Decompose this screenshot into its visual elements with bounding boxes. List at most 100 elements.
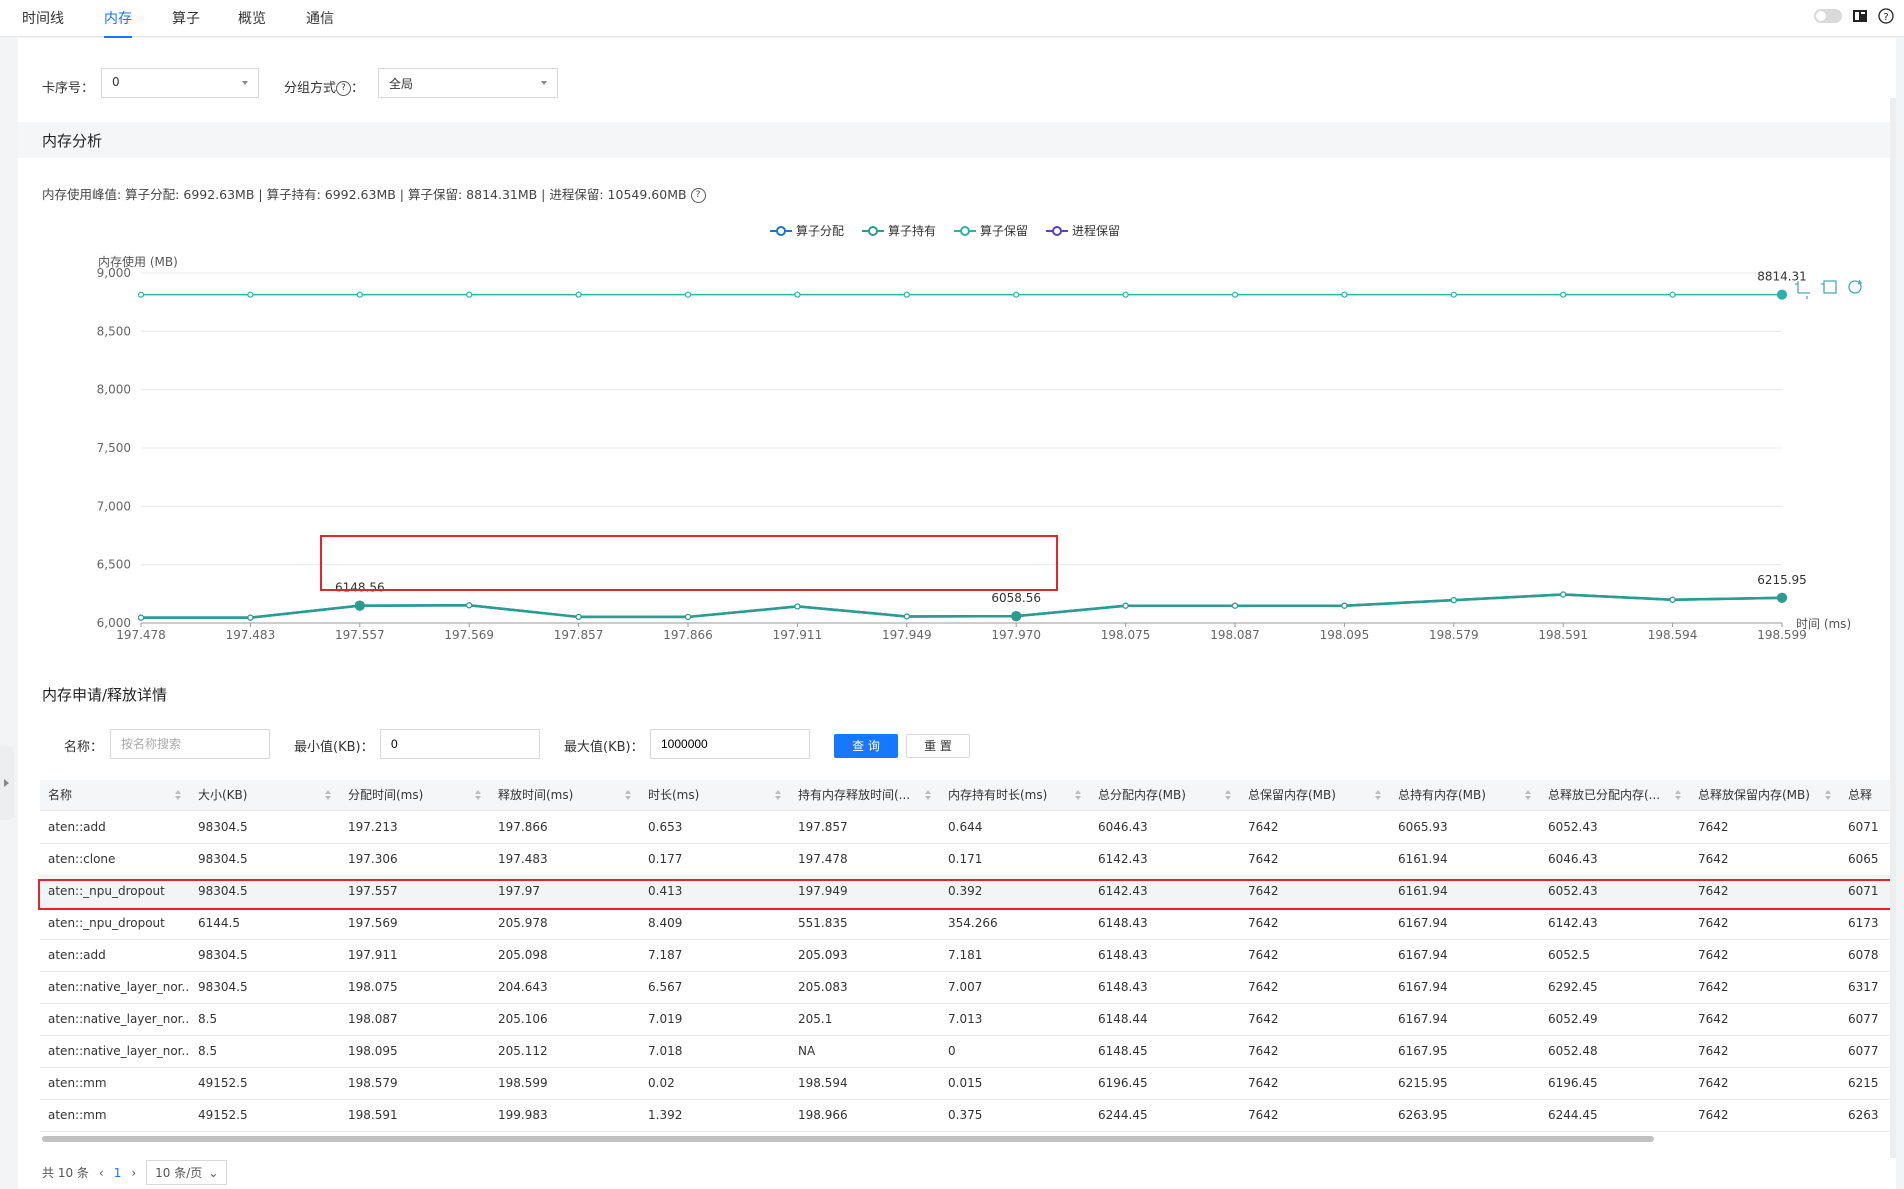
sort-icon[interactable] — [1825, 790, 1832, 800]
help-icon[interactable]: ? — [336, 81, 352, 96]
data-point[interactable] — [1231, 291, 1239, 298]
table-row[interactable]: aten::native_layer_nor... 8.5 198.095 205.1… — [40, 1035, 1892, 1068]
sort-icon[interactable] — [1225, 790, 1232, 800]
min-value-input[interactable] — [380, 729, 540, 759]
table-row[interactable]: aten::native_layer_nor... 8.5 198.087 205.1… — [40, 1003, 1892, 1036]
data-point[interactable] — [247, 291, 254, 298]
page-number[interactable]: 1 — [114, 1166, 122, 1180]
data-point[interactable] — [1450, 597, 1457, 604]
data-point[interactable] — [794, 291, 801, 298]
table-cell: 98304.5 — [198, 820, 248, 834]
data-point[interactable] — [1669, 291, 1676, 298]
column-header[interactable]: 内存持有时长(ms) — [940, 780, 1090, 810]
column-header[interactable]: 总释 — [1840, 780, 1892, 810]
data-point[interactable] — [903, 291, 910, 298]
data-point[interactable] — [684, 291, 692, 298]
data-point[interactable] — [1560, 291, 1567, 298]
data-point[interactable] — [575, 291, 582, 298]
data-point[interactable] — [1013, 291, 1020, 298]
table-row[interactable]: aten::mm 49152.5 198.579 198.599 0.02 198.594… — [40, 1067, 1892, 1100]
table-row[interactable]: aten::add 98304.5 197.213 197.866 0.653 197.8… — [40, 811, 1892, 844]
table-row[interactable]: aten::mm 49152.5 198.591 199.983 1.392 198.96… — [40, 1099, 1892, 1132]
column-header[interactable]: 总释放已分配内存(... — [1540, 780, 1690, 810]
column-header[interactable]: 总持有内存(MB) — [1390, 780, 1540, 810]
data-point[interactable] — [1122, 291, 1129, 298]
sort-icon[interactable] — [925, 790, 932, 800]
sort-icon[interactable] — [1525, 790, 1532, 800]
help-icon[interactable]: ? — [1878, 8, 1894, 24]
column-header[interactable]: 持有内存释放时间(... — [790, 780, 940, 810]
prev-page-icon[interactable]: ‹ — [99, 1166, 104, 1180]
sort-icon[interactable] — [625, 790, 632, 800]
horizontal-scrollbar[interactable] — [42, 1136, 1654, 1142]
column-header[interactable]: 名称 — [40, 780, 190, 810]
data-point[interactable] — [684, 613, 692, 621]
tab-operator[interactable]: 算子 — [172, 8, 200, 28]
column-header[interactable]: 总分配内存(MB) — [1090, 780, 1240, 810]
data-point[interactable] — [1560, 591, 1567, 598]
help-icon[interactable]: ? — [690, 188, 706, 203]
book-icon[interactable] — [1852, 8, 1868, 24]
restore-icon[interactable] — [1848, 279, 1863, 294]
data-point[interactable] — [1669, 596, 1676, 603]
sort-icon[interactable] — [325, 790, 332, 800]
data-point[interactable] — [794, 603, 801, 610]
sort-icon[interactable] — [475, 790, 482, 800]
data-point[interactable] — [903, 613, 910, 620]
tab-memory[interactable]: 内存 — [104, 8, 132, 38]
data-point[interactable] — [1341, 291, 1348, 298]
data-point[interactable] — [466, 291, 473, 298]
column-header[interactable]: 总保留内存(MB) — [1240, 780, 1390, 810]
x-tick-label: 198.579 — [1429, 628, 1479, 642]
sort-icon[interactable] — [1375, 790, 1382, 800]
vertical-scrollbar[interactable] — [1890, 98, 1896, 1158]
table-cell: 551.835 — [798, 916, 848, 930]
table-row[interactable]: aten::native_layer_nor... 98304.5 198.075 2… — [40, 971, 1892, 1004]
tab-timeline[interactable]: 时间线 — [22, 8, 64, 28]
sort-icon[interactable] — [775, 790, 782, 800]
zoom-icon[interactable] — [1795, 281, 1810, 299]
column-header[interactable]: 大小(KB) — [190, 780, 340, 810]
table-row[interactable]: aten::_npu_dropout 6144.5 197.569 205.978 8.… — [40, 907, 1892, 940]
tab-communication[interactable]: 通信 — [306, 8, 334, 28]
column-header[interactable]: 分配时间(ms) — [340, 780, 490, 810]
toggle-icon[interactable] — [1814, 9, 1842, 23]
sidebar-expand-handle[interactable] — [0, 746, 14, 820]
table-cell: 354.266 — [948, 916, 998, 930]
card-select[interactable]: 0 — [101, 68, 259, 98]
max-value-input[interactable] — [650, 729, 810, 759]
column-header[interactable]: 释放时间(ms) — [490, 780, 640, 810]
data-point[interactable] — [1776, 592, 1788, 603]
page-size-select[interactable]: 10 条/页 ⌄ — [146, 1160, 228, 1185]
query-button[interactable]: 查 询 — [834, 734, 898, 758]
data-point[interactable] — [1450, 291, 1457, 298]
sort-icon[interactable] — [1675, 790, 1682, 800]
group-select[interactable]: 全局 — [378, 68, 558, 98]
tab-overview[interactable]: 概览 — [238, 8, 266, 28]
data-point[interactable] — [354, 600, 365, 611]
data-point[interactable] — [247, 614, 254, 621]
data-point[interactable] — [1122, 602, 1129, 609]
zoom-reset-icon[interactable] — [1821, 280, 1837, 294]
data-point[interactable] — [1776, 289, 1788, 300]
table-row[interactable]: aten::clone 98304.5 197.306 197.483 0.177 197… — [40, 843, 1892, 876]
reset-button[interactable]: 重 置 — [906, 734, 970, 758]
data-point[interactable] — [466, 602, 473, 609]
data-point[interactable] — [1341, 602, 1348, 609]
name-search-input[interactable] — [110, 729, 270, 759]
data-point[interactable] — [1231, 602, 1239, 609]
data-point[interactable] — [575, 613, 582, 621]
data-point[interactable] — [137, 614, 145, 621]
sort-icon[interactable] — [175, 790, 182, 800]
sort-icon[interactable] — [1075, 790, 1082, 800]
next-page-icon[interactable]: › — [131, 1166, 136, 1180]
table-cell: 6.567 — [648, 980, 683, 994]
table-cell: 6142.43 — [1098, 852, 1148, 866]
table-cell: 7642 — [1698, 980, 1729, 994]
column-header[interactable]: 总释放保留内存(MB) — [1690, 780, 1840, 810]
data-point[interactable] — [137, 291, 145, 298]
data-point[interactable] — [356, 291, 363, 298]
table-row[interactable]: aten::add 98304.5 197.911 205.098 7.187 205.0… — [40, 939, 1892, 972]
column-header[interactable]: 时长(ms) — [640, 780, 790, 810]
data-point[interactable] — [1011, 611, 1022, 622]
